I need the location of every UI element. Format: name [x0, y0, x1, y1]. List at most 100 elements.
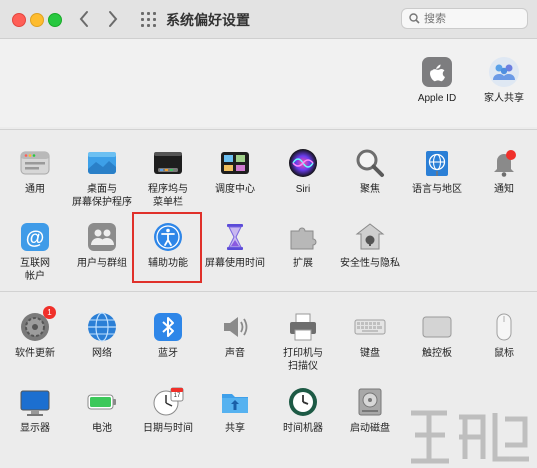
language-region-icon — [421, 147, 453, 179]
pane-apple-id[interactable]: Apple ID — [402, 56, 472, 105]
pane-label: 程序坞与 菜单栏 — [148, 184, 188, 208]
keyboard-icon — [354, 311, 386, 343]
pane-keyboard[interactable]: 键盘 — [335, 311, 405, 360]
pane-label: 调度中心 — [215, 184, 255, 195]
time-machine-icon — [287, 386, 319, 418]
back-chevron-icon[interactable] — [78, 9, 90, 33]
update-badge: 1 — [43, 306, 56, 319]
calendar-day: 17 — [173, 393, 181, 399]
pane-label: 触控板 — [422, 348, 452, 359]
bluetooth-icon — [152, 311, 184, 343]
pane-label: 扩展 — [293, 258, 313, 269]
pane-notifications[interactable]: 通知 — [469, 147, 537, 196]
pane-label: 家人共享 — [484, 93, 524, 104]
title-bar: 系统偏好设置 — [0, 0, 537, 39]
pane-time-machine[interactable]: 时间机器 — [268, 386, 338, 435]
security-privacy-icon — [354, 221, 386, 253]
software-update-icon: 1 — [19, 306, 56, 343]
pane-startup-disk[interactable]: 启动磁盘 — [335, 386, 405, 435]
pane-label: 聚焦 — [360, 184, 380, 195]
pane-desktop-screensaver[interactable]: 桌面与 屏幕保护程序 — [67, 147, 137, 209]
mouse-icon — [488, 311, 520, 343]
pane-label: 日期与时间 — [143, 423, 193, 434]
pane-label: 通用 — [25, 184, 45, 195]
section-divider — [0, 291, 537, 292]
pane-label: 电池 — [92, 423, 112, 434]
pane-label: 蓝牙 — [158, 348, 178, 359]
pane-extensions[interactable]: 扩展 — [268, 221, 338, 270]
pane-label: 启动磁盘 — [350, 423, 390, 434]
spotlight-icon — [354, 147, 386, 179]
watermark-logo — [411, 410, 529, 464]
pane-network[interactable]: 网络 — [67, 311, 137, 360]
pane-label: 网络 — [92, 348, 112, 359]
dock-menubar-icon — [152, 147, 184, 179]
pane-printers-scanners[interactable]: 打印机与 扫描仪 — [268, 311, 338, 373]
pane-general[interactable]: 通用 — [0, 147, 70, 196]
family-sharing-icon — [488, 56, 520, 88]
pane-family-sharing[interactable]: 家人共享 — [469, 56, 537, 105]
pane-label: 打印机与 扫描仪 — [283, 348, 323, 372]
pane-sound[interactable]: 声音 — [200, 311, 270, 360]
general-icon — [19, 147, 51, 179]
section-divider — [0, 129, 537, 130]
pane-security-privacy[interactable]: 安全性与隐私 — [335, 221, 405, 270]
pane-spotlight[interactable]: 聚焦 — [335, 147, 405, 196]
mission-control-icon — [219, 147, 251, 179]
pane-label: 屏幕使用时间 — [205, 258, 265, 269]
pane-label: 语言与地区 — [412, 184, 462, 195]
trackpad-icon — [421, 311, 453, 343]
printers-scanners-icon — [287, 311, 319, 343]
search-field[interactable] — [401, 8, 528, 29]
pane-label: 鼠标 — [494, 348, 514, 359]
search-input[interactable] — [424, 11, 520, 26]
pane-bluetooth[interactable]: 蓝牙 — [133, 311, 203, 360]
sound-icon — [219, 311, 251, 343]
pane-label: 安全性与隐私 — [340, 258, 400, 269]
pane-mouse[interactable]: 鼠标 — [469, 311, 537, 360]
pane-label: 键盘 — [360, 348, 380, 359]
battery-icon — [86, 386, 118, 418]
pane-displays[interactable]: 显示器 — [0, 386, 70, 435]
startup-disk-icon — [354, 386, 386, 418]
siri-icon — [287, 147, 319, 179]
pane-label: 用户与群组 — [77, 258, 127, 269]
screen-time-icon — [219, 221, 251, 253]
notifications-icon — [488, 147, 520, 179]
pane-screen-time[interactable]: 屏幕使用时间 — [200, 221, 270, 270]
extensions-icon — [287, 221, 319, 253]
highlight-box — [132, 212, 202, 283]
pane-label: 显示器 — [20, 423, 50, 434]
internet-accounts-icon: @ — [19, 221, 51, 253]
network-icon — [86, 311, 118, 343]
pane-label: Siri — [295, 184, 311, 195]
pane-sharing[interactable]: 共享 — [200, 386, 270, 435]
pane-internet-accounts[interactable]: @ 互联网 帐户 — [0, 221, 70, 283]
pane-label: 声音 — [225, 348, 245, 359]
pane-label: 通知 — [494, 184, 514, 195]
pane-label: 互联网 帐户 — [20, 258, 50, 282]
pane-label: 时间机器 — [283, 423, 323, 434]
close-button[interactable] — [12, 13, 26, 27]
search-icon — [409, 13, 420, 24]
desktop-screensaver-icon — [86, 147, 118, 179]
pane-label: 桌面与 屏幕保护程序 — [72, 184, 132, 208]
minimize-button[interactable] — [30, 13, 44, 27]
show-all-grid-icon[interactable] — [141, 12, 156, 27]
forward-chevron-icon[interactable] — [107, 9, 119, 33]
pane-siri[interactable]: Siri — [268, 147, 338, 196]
pane-trackpad[interactable]: 触控板 — [402, 311, 472, 360]
date-time-icon: 17 — [152, 386, 184, 418]
pane-language-region[interactable]: 语言与地区 — [402, 147, 472, 196]
pane-mission-control[interactable]: 调度中心 — [200, 147, 270, 196]
apple-id-icon — [421, 56, 453, 88]
pane-dock-menubar[interactable]: 程序坞与 菜单栏 — [133, 147, 203, 209]
window-title: 系统偏好设置 — [166, 12, 250, 28]
pane-software-update[interactable]: 1 软件更新 — [0, 306, 70, 360]
pane-battery[interactable]: 电池 — [67, 386, 137, 435]
pane-users-groups[interactable]: 用户与群组 — [67, 221, 137, 270]
zoom-button[interactable] — [48, 13, 62, 27]
pane-label: 共享 — [225, 423, 245, 434]
pane-date-time[interactable]: 17 日期与时间 — [133, 386, 203, 435]
sharing-icon — [219, 386, 251, 418]
